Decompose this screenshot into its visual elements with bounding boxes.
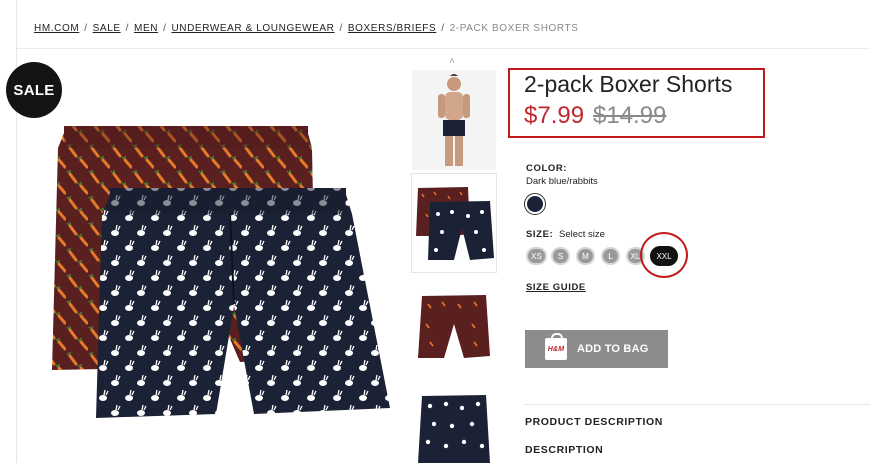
thumbnail-rabbit-boxer[interactable]: [412, 380, 496, 463]
original-price: $14.99: [593, 102, 667, 129]
header-divider: [17, 48, 870, 49]
color-swatch-dark-blue[interactable]: [524, 193, 546, 215]
breadcrumb-hm[interactable]: HM.COM: [34, 23, 79, 34]
color-value: Dark blue/rabbits: [526, 176, 598, 187]
chevron-up-icon[interactable]: ˄: [449, 56, 455, 67]
breadcrumb-separator: /: [441, 23, 445, 34]
description-heading[interactable]: DESCRIPTION: [525, 444, 603, 456]
color-label: COLOR:: [526, 163, 568, 174]
breadcrumb-separator: /: [339, 23, 343, 34]
thumbnail-carrot-boxer[interactable]: [412, 278, 496, 374]
size-option-xs[interactable]: XS: [526, 247, 547, 265]
product-title: 2-pack Boxer Shorts: [524, 71, 733, 97]
size-option-m[interactable]: M: [576, 247, 595, 265]
size-hint: Select size: [559, 229, 605, 240]
breadcrumb-men[interactable]: MEN: [134, 23, 158, 34]
breadcrumb-underwear[interactable]: UNDERWEAR & LOUNGEWEAR: [171, 23, 334, 34]
product-description-heading[interactable]: PRODUCT DESCRIPTION: [525, 416, 663, 428]
breadcrumb-boxers[interactable]: BOXERS/BRIEFS: [348, 23, 436, 34]
size-option-xxl[interactable]: XXL: [650, 246, 678, 266]
size-option-s[interactable]: S: [551, 247, 570, 265]
main-product-image[interactable]: [44, 118, 396, 428]
add-to-bag-label: ADD TO BAG: [577, 343, 649, 355]
breadcrumb: HM.COM / SALE / MEN / UNDERWEAR & LOUNGEWEAR / B…: [34, 23, 579, 34]
sale-badge: SALE: [6, 62, 62, 118]
shopping-bag-icon: H&M: [545, 333, 567, 360]
add-to-bag-button[interactable]: H&M ADD TO BAG: [525, 330, 668, 368]
size-option-l[interactable]: L: [601, 247, 620, 265]
breadcrumb-separator: /: [163, 23, 167, 34]
size-guide-link[interactable]: SIZE GUIDE: [526, 282, 586, 293]
product-page: HM.COM / SALE / MEN / UNDERWEAR & LOUNGEWEAR / B…: [0, 0, 870, 463]
breadcrumb-separator: /: [84, 23, 88, 34]
breadcrumb-current: 2-PACK BOXER SHORTS: [449, 23, 579, 34]
thumbnail-model[interactable]: [412, 70, 496, 170]
bag-logo-text: H&M: [547, 345, 565, 353]
breadcrumb-separator: /: [125, 23, 130, 34]
sale-price: $7.99: [524, 102, 585, 129]
breadcrumb-sale[interactable]: SALE: [93, 23, 121, 34]
swatch-fill: [527, 196, 543, 212]
section-divider: [524, 404, 870, 405]
thumbnail-two-pack[interactable]: [412, 174, 496, 272]
size-label: SIZE:: [526, 229, 554, 240]
